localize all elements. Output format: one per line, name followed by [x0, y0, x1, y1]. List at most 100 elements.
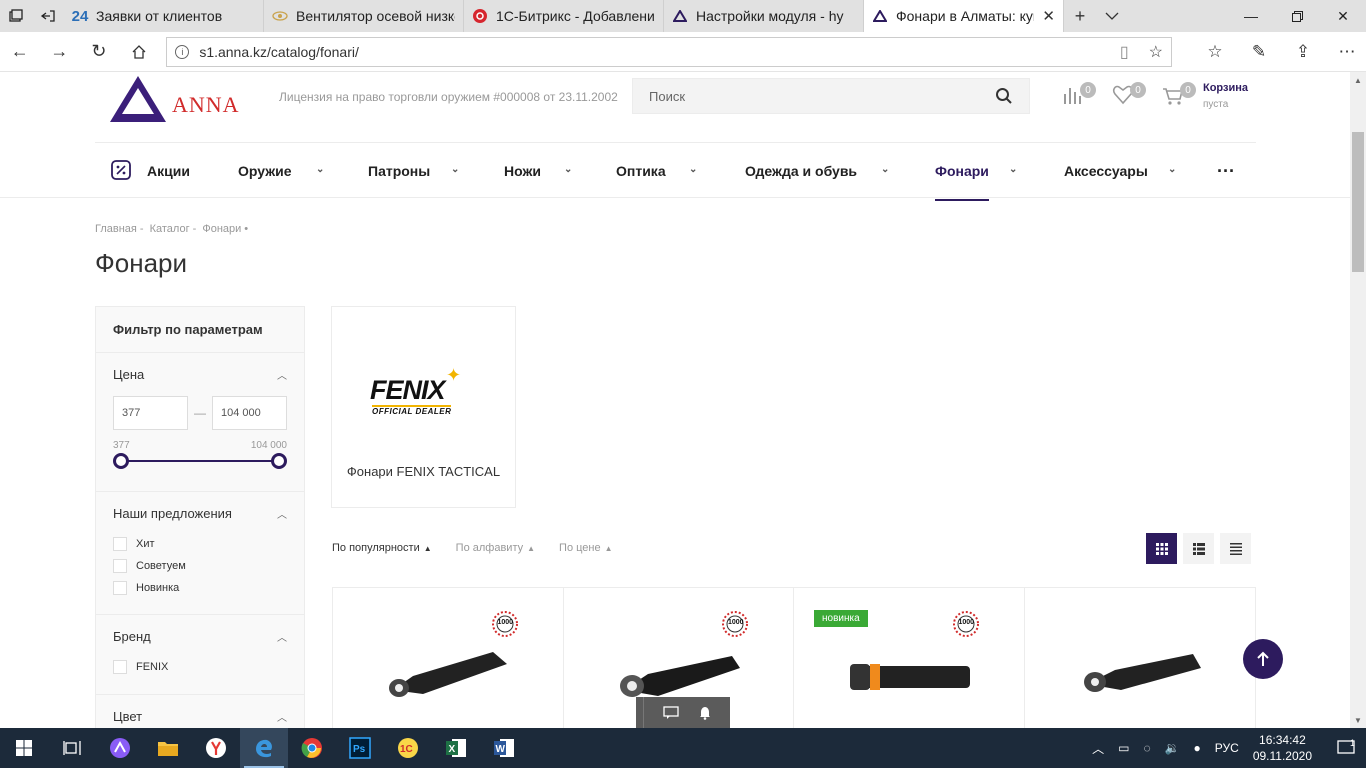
brand-card-fenix[interactable]: FENIX ✦ OFFICIAL DEALER Фонари FENIX TAC…: [331, 306, 516, 508]
chat-widget: [636, 697, 730, 728]
crumb-catalog[interactable]: Каталог: [150, 223, 190, 235]
price-from-input[interactable]: 377: [113, 396, 188, 430]
site-info-icon[interactable]: i: [175, 44, 190, 59]
checkbox-hit[interactable]: Хит: [113, 533, 287, 555]
more-menu-icon[interactable]: ⋯: [1328, 33, 1366, 71]
vertical-scrollbar[interactable]: ▲ ▼: [1350, 72, 1366, 728]
checkbox-new[interactable]: Новинка: [113, 577, 287, 599]
battery-icon[interactable]: ▭: [1118, 741, 1129, 755]
price-slider[interactable]: [113, 453, 287, 469]
table-view-icon[interactable]: [1220, 533, 1251, 564]
price-to-input[interactable]: 104 000: [212, 396, 287, 430]
yandex-browser-icon[interactable]: [192, 728, 240, 768]
site-logo[interactable]: ANNA: [108, 74, 250, 124]
new-tab-icon[interactable]: +: [1064, 0, 1096, 32]
home-icon[interactable]: [119, 32, 159, 72]
favorites-list-icon[interactable]: ☆: [1196, 33, 1234, 71]
set-aside-tabs-icon[interactable]: [32, 0, 64, 32]
fenix-logo: FENIX ✦ OFFICIAL DEALER: [370, 365, 462, 416]
svg-text:1C: 1C: [400, 744, 413, 755]
tab-requests[interactable]: 24 Заявки от клиентов: [64, 0, 264, 32]
close-window-icon[interactable]: ✕: [1320, 0, 1366, 32]
pen-notes-icon[interactable]: ✎: [1240, 33, 1278, 71]
product-card[interactable]: новинка 1000: [794, 588, 1025, 728]
tab-module-settings[interactable]: Настройки модуля - hy: [664, 0, 864, 32]
grid-view-icon[interactable]: [1146, 533, 1177, 564]
url-field[interactable]: i s1.anna.kz/catalog/fonari/ ▯ ☆: [166, 36, 1172, 67]
list-view-icon[interactable]: [1183, 533, 1214, 564]
menu-item-clothing[interactable]: Одежда и обувь ⌄: [745, 143, 889, 199]
product-card[interactable]: 1000: [333, 588, 564, 728]
tab-fonari-active[interactable]: Фонари в Алматы: купи ✕: [864, 0, 1064, 32]
tab-fan[interactable]: Вентилятор осевой низкоп: [264, 0, 464, 32]
volume-icon[interactable]: 🔉: [1165, 741, 1180, 755]
scroll-to-top-button[interactable]: [1243, 639, 1283, 679]
tab-list-chevron-icon[interactable]: [1096, 0, 1128, 32]
1c-icon[interactable]: 1C: [384, 728, 432, 768]
reading-view-icon[interactable]: ▯: [1120, 42, 1129, 62]
filter-price-header[interactable]: Цена ︿: [113, 367, 287, 382]
start-icon[interactable]: [0, 728, 48, 768]
favorite-star-icon[interactable]: ☆: [1149, 42, 1163, 62]
chat-icon[interactable]: [654, 705, 688, 720]
crumb-home[interactable]: Главная: [95, 223, 137, 235]
slider-handle-min[interactable]: [113, 453, 129, 469]
bell-icon[interactable]: [688, 706, 722, 720]
menu-more-icon[interactable]: ···: [1217, 143, 1235, 199]
minimize-icon[interactable]: —: [1228, 0, 1274, 32]
network-icon[interactable]: ◌: [1143, 741, 1150, 755]
filter-brand-header[interactable]: Бренд ︿: [113, 629, 287, 644]
sort-price[interactable]: По цене ▲: [559, 542, 613, 554]
sort-alphabet[interactable]: По алфавиту ▲: [456, 542, 535, 554]
notification-center-icon[interactable]: 1: [1326, 738, 1366, 756]
search-box[interactable]: Поиск: [632, 78, 1030, 114]
address-bar-row: ← → ↻ i s1.anna.kz/catalog/fonari/ ▯ ☆ ☆…: [0, 32, 1366, 72]
menu-item-knives[interactable]: Ножи ⌄: [504, 143, 572, 199]
cart-summary[interactable]: Корзина пуста: [1203, 82, 1248, 110]
close-tab-icon[interactable]: ✕: [1042, 7, 1055, 25]
menu-item-flashlights[interactable]: Фонари ⌄: [935, 143, 1017, 201]
excel-icon[interactable]: X: [432, 728, 480, 768]
chevron-up-icon: ︿: [277, 510, 287, 521]
bitrix-icon: [472, 8, 488, 24]
compare-icon[interactable]: 0: [1062, 82, 1096, 108]
checkbox-fenix[interactable]: FENIX: [113, 656, 287, 678]
share-icon[interactable]: ⇪: [1284, 33, 1322, 71]
tab-actions-icon[interactable]: [0, 0, 32, 32]
alice-icon[interactable]: [96, 728, 144, 768]
slider-handle-max[interactable]: [271, 453, 287, 469]
crumb-flashlights[interactable]: Фонари: [202, 223, 241, 235]
product-card[interactable]: [1025, 588, 1256, 728]
microphone-icon[interactable]: ●: [1194, 741, 1201, 755]
menu-item-sales[interactable]: Акции: [111, 143, 190, 199]
search-icon[interactable]: [995, 87, 1013, 105]
clock[interactable]: 16:34:42 09.11.2020: [1253, 732, 1312, 764]
forward-icon[interactable]: →: [40, 32, 80, 72]
edge-icon[interactable]: [240, 728, 288, 768]
photoshop-icon[interactable]: Ps: [336, 728, 384, 768]
menu-item-accessories[interactable]: Аксессуары ⌄: [1064, 143, 1176, 199]
filter-offers-header[interactable]: Наши предложения ︿: [113, 506, 287, 521]
back-icon[interactable]: ←: [0, 32, 40, 72]
menu-divider: [0, 197, 1350, 198]
maximize-icon[interactable]: [1274, 0, 1320, 32]
sort-popularity[interactable]: По популярности ▲: [332, 542, 432, 554]
language-indicator[interactable]: РУС: [1215, 741, 1239, 755]
word-icon[interactable]: W: [480, 728, 528, 768]
chrome-icon[interactable]: [288, 728, 336, 768]
task-view-icon[interactable]: [48, 728, 96, 768]
tab-bitrix[interactable]: 1С-Битрикс - Добавление: [464, 0, 664, 32]
search-input[interactable]: Поиск: [649, 89, 685, 104]
favorites-heart-icon[interactable]: 0: [1112, 82, 1146, 108]
refresh-icon[interactable]: ↻: [79, 32, 119, 72]
menu-item-weapons[interactable]: Оружие ⌄: [238, 143, 324, 199]
breadcrumb: Главная - Каталог - Фонари •: [95, 223, 249, 235]
file-explorer-icon[interactable]: [144, 728, 192, 768]
filter-color-header[interactable]: Цвет ︿: [113, 709, 287, 724]
checkbox-recommended[interactable]: Советуем: [113, 555, 287, 577]
menu-item-ammo[interactable]: Патроны ⌄: [368, 143, 459, 199]
anna-favicon-icon: [672, 8, 688, 24]
menu-item-optics[interactable]: Оптика ⌄: [616, 143, 697, 199]
cart-icon[interactable]: 0: [1162, 82, 1196, 108]
tray-chevron-icon[interactable]: ︿: [1092, 740, 1104, 757]
